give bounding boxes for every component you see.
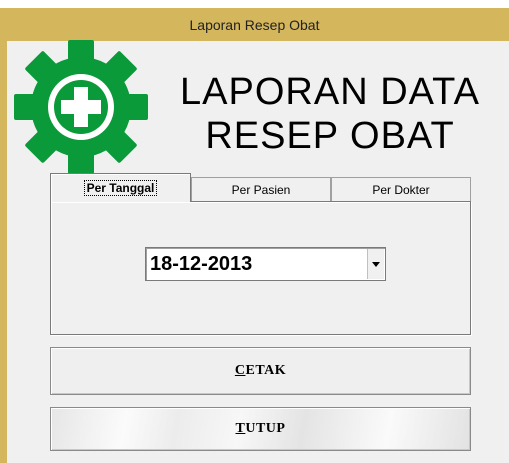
tutup-button[interactable]: TUTUP [50,407,471,451]
tutup-accelerator: T [235,421,246,436]
tab-per-pasien-label: Per Pasien [231,182,291,197]
tutup-button-label: TUTUP [236,421,286,437]
cetak-label-rest: ETAK [245,363,287,378]
tab-per-dokter-label: Per Dokter [372,182,430,197]
tab-per-tanggal[interactable]: Per Tanggal [50,173,191,202]
tab-per-dokter[interactable]: Per Dokter [331,177,471,201]
cetak-accelerator: C [234,363,246,378]
dropdown-arrow-button[interactable] [367,249,384,279]
medical-gear-logo-icon [14,40,148,174]
cetak-button-label: CETAK [235,363,286,379]
date-combobox[interactable]: 18-12-2013 [145,247,386,281]
tutup-label-rest: UTUP [245,421,286,436]
chevron-down-icon [372,261,380,267]
date-combobox-value: 18-12-2013 [150,253,253,275]
window-title: Laporan Resep Obat [189,16,320,33]
tab-per-tanggal-label: Per Tanggal [83,180,158,196]
top-strip [0,0,509,8]
page-title-line-1: LAPORAN DATA [180,71,480,113]
tab-panel-per-tanggal: 18-12-2013 [50,201,471,335]
window-title-bar[interactable]: Laporan Resep Obat [0,8,509,41]
page-title-line-2: RESEP OBAT [205,115,455,157]
page-title: LAPORAN DATA RESEP OBAT [160,70,500,158]
tab-per-pasien[interactable]: Per Pasien [191,177,331,201]
cetak-button[interactable]: CETAK [50,347,471,395]
window-frame-left [0,41,7,463]
